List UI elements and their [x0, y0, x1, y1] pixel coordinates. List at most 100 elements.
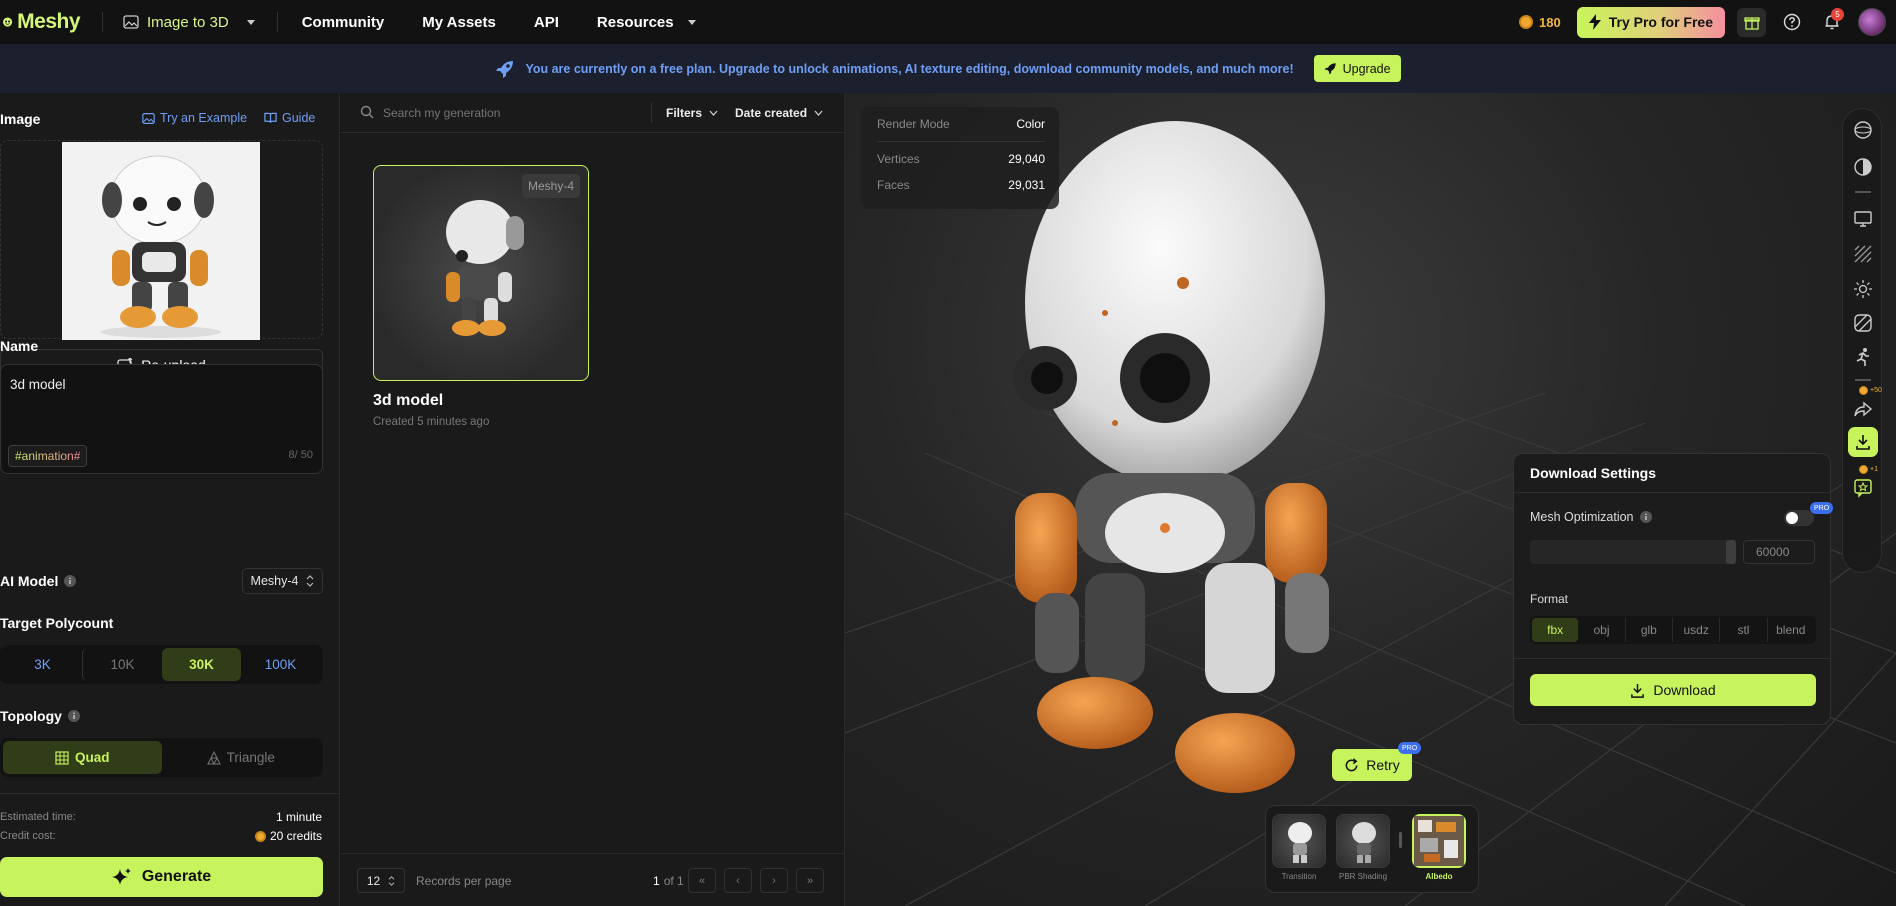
filters-label: Filters	[666, 106, 703, 120]
retry-button[interactable]: Retry	[1332, 749, 1412, 781]
material-sphere-icon[interactable]	[1853, 157, 1873, 177]
nav-resources[interactable]: Resources	[597, 14, 696, 31]
download-button[interactable]: Download	[1530, 674, 1816, 706]
ai-model-select[interactable]: Meshy-4	[242, 568, 323, 594]
card-title[interactable]: 3d model	[373, 392, 443, 410]
per-page-value: 12	[366, 873, 381, 888]
slider-handle[interactable]	[1726, 540, 1736, 564]
coin-icon	[254, 830, 266, 842]
format-blend[interactable]: blend	[1768, 618, 1814, 642]
animation-tag[interactable]: #animation#	[8, 445, 88, 467]
download-label: Download	[1653, 682, 1716, 698]
format-usdz[interactable]: usdz	[1673, 618, 1721, 642]
credits-balance[interactable]: 180	[1519, 15, 1561, 30]
mesh-slider[interactable]	[1530, 540, 1736, 564]
avatar[interactable]	[1858, 8, 1886, 36]
notification-count: 5	[1831, 8, 1844, 21]
polycount-100k[interactable]: 100K	[241, 648, 320, 681]
notifications-button[interactable]: 5	[1818, 8, 1846, 36]
3d-viewport[interactable]: Render Mode Color Vertices 29,040 Faces …	[845, 93, 1896, 906]
vertices-value: 29,040	[1008, 152, 1045, 166]
page-indicator: 1 of 1	[653, 874, 684, 888]
download-settings-panel: Download Settings Mesh Optimization PRO …	[1513, 453, 1834, 725]
format-obj[interactable]: obj	[1578, 618, 1626, 642]
ai-model-value: Meshy-4	[250, 574, 299, 588]
double-chevron-left-icon: «	[698, 874, 706, 887]
page-current: 1	[653, 874, 660, 888]
next-page-button[interactable]: ›	[760, 868, 788, 893]
gift-button[interactable]	[1737, 7, 1766, 37]
download-toggle-button[interactable]	[1848, 427, 1878, 457]
monitor-icon[interactable]	[1853, 209, 1873, 229]
chevron-down-icon	[814, 110, 823, 116]
feedback-star-icon[interactable]	[1853, 478, 1873, 498]
robot-thumbnail	[1352, 822, 1376, 863]
search-input[interactable]	[383, 102, 623, 124]
generation-card[interactable]: Meshy-4	[373, 165, 589, 381]
download-icon	[1631, 683, 1645, 698]
try-pro-button[interactable]: Try Pro for Free	[1576, 6, 1725, 38]
material-albedo[interactable]	[1412, 814, 1466, 868]
prev-page-button[interactable]: ‹	[724, 868, 752, 893]
try-pro-label: Try Pro for Free	[1608, 14, 1713, 30]
material-transition[interactable]	[1272, 814, 1326, 868]
book-icon	[264, 112, 277, 123]
polycount-10k[interactable]: 10K	[82, 648, 162, 681]
help-button[interactable]	[1778, 8, 1806, 36]
polycount-3k[interactable]: 3K	[3, 648, 82, 681]
name-value: 3d model	[10, 377, 66, 392]
mode-selector[interactable]: Image to 3D	[123, 14, 255, 31]
sphere-icon[interactable]	[1853, 120, 1873, 140]
topology-quad[interactable]: Quad	[3, 741, 162, 774]
first-page-button[interactable]: «	[688, 868, 716, 893]
try-example-link[interactable]: Try an Example	[142, 111, 247, 125]
material-switcher: Transition PBR Shading Albedo	[1265, 805, 1479, 893]
nav-my-assets[interactable]: My Assets	[422, 14, 496, 31]
per-page-select[interactable]: 12	[357, 868, 405, 893]
filters-dropdown[interactable]: Filters	[666, 106, 718, 120]
topology-selector: Quad Triangle	[0, 738, 323, 777]
sun-icon[interactable]	[1853, 279, 1873, 299]
last-page-button[interactable]: »	[796, 868, 824, 893]
format-glb[interactable]: glb	[1626, 618, 1673, 642]
material-transition-label: Transition	[1281, 872, 1317, 881]
name-input[interactable]: 3d model #animation# 8/ 50	[0, 364, 323, 474]
polycount-30k[interactable]: 30K	[162, 648, 241, 681]
quad-mesh-icon	[55, 750, 69, 765]
faces-row: Faces 29,031	[877, 178, 1045, 192]
material-pbr[interactable]	[1336, 814, 1390, 868]
vertices-row: Vertices 29,040	[877, 152, 1045, 166]
gift-icon	[1743, 17, 1760, 30]
chevron-down-icon	[246, 19, 255, 25]
image-label: Image	[0, 111, 41, 127]
nav-community[interactable]: Community	[302, 14, 385, 31]
guide-label: Guide	[282, 111, 316, 125]
generate-button[interactable]: Generate	[0, 857, 323, 897]
texture-icon[interactable]	[1853, 244, 1873, 264]
format-label: Format	[1530, 592, 1569, 606]
viewport-toolbar: +50 +1	[1842, 108, 1882, 573]
chevron-down-icon	[687, 19, 696, 25]
divider	[651, 103, 652, 123]
upgrade-button[interactable]: Upgrade	[1313, 55, 1401, 82]
search-row: Filters Date created	[341, 93, 845, 133]
brand-logo[interactable]: Meshy	[2, 10, 80, 34]
sort-dropdown[interactable]: Date created	[735, 106, 823, 120]
nav-api[interactable]: API	[534, 14, 559, 31]
est-time-label: Estimated time:	[0, 811, 76, 823]
top-bar: Meshy Image to 3D Community My Assets AP…	[0, 0, 1896, 44]
model-version-badge: Meshy-4	[521, 174, 580, 198]
render-mode-value[interactable]: Color	[1016, 117, 1045, 131]
format-stl[interactable]: stl	[1720, 618, 1768, 642]
retry-label: Retry	[1366, 757, 1400, 773]
share-icon[interactable]	[1853, 399, 1873, 419]
mesh-optimization-toggle[interactable]	[1784, 510, 1814, 526]
uv-icon[interactable]	[1853, 313, 1873, 333]
rocket-icon	[496, 60, 514, 78]
running-figure-icon[interactable]	[1853, 347, 1873, 367]
guide-link[interactable]: Guide	[264, 111, 315, 125]
format-fbx[interactable]: fbx	[1532, 618, 1579, 642]
topology-quad-label: Quad	[74, 750, 110, 765]
mesh-value-input[interactable]: 60000	[1743, 540, 1815, 564]
topology-triangle[interactable]: Triangle	[162, 741, 321, 774]
